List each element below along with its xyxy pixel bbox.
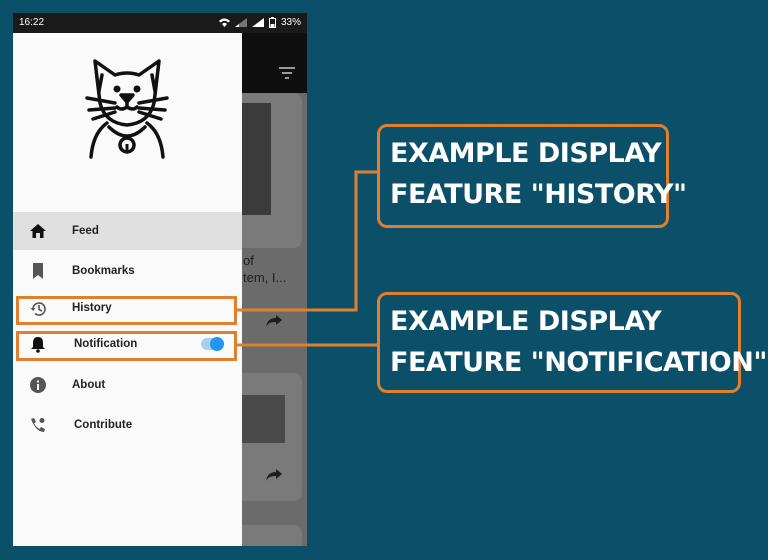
history-callout: EXAMPLE DISPLAY FEATURE "HISTORY" (377, 124, 687, 228)
callout-connectors (237, 170, 377, 347)
callout-line: EXAMPLE DISPLAY (390, 306, 662, 337)
notification-callout: EXAMPLE DISPLAY FEATURE "NOTIFICATION" (377, 292, 767, 393)
callout-line: FEATURE "NOTIFICATION" (390, 347, 767, 378)
callout-line: EXAMPLE DISPLAY (390, 138, 662, 169)
callout-line: FEATURE "HISTORY" (390, 179, 687, 210)
